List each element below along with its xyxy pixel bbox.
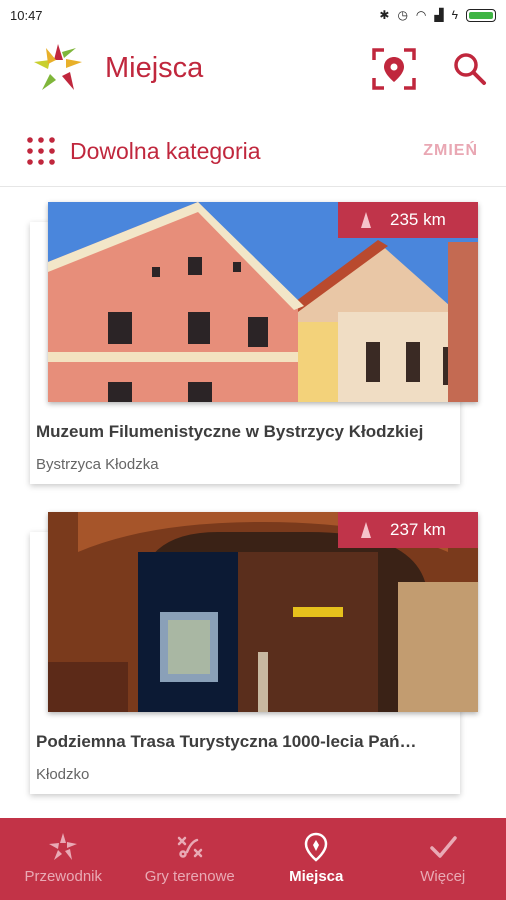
nav-item-gry-terenowe[interactable]: Gry terenowe [127,818,254,900]
nav-item-wiecej[interactable]: Więcej [380,818,506,900]
nav-label: Przewodnik [24,868,103,885]
change-category-button[interactable]: ZMIEŃ [423,142,478,160]
grid-icon [27,137,55,165]
scan-location-button[interactable] [372,48,416,90]
place-photo: 237 km [48,512,478,712]
map-pin-icon [304,832,328,862]
guide-icon [49,833,78,860]
distance-badge: 235 km [338,202,478,238]
place-card[interactable]: 235 km Muzeum Filumenistyczne w Bystrzyc… [30,202,478,484]
distance-value: 237 km [390,520,446,539]
status-bar: 10:47 ✱ ◷ ◠ ▟ ϟ [0,0,506,30]
category-filter-bar: Dowolna kategoria ZMIEŃ [0,122,506,187]
app-logo [34,44,82,90]
alarm-icon: ◷ [397,8,408,22]
status-icons: ✱ ◷ ◠ ▟ ϟ [379,8,496,22]
distance-marker-icon [361,522,371,538]
route-icon [177,836,202,858]
place-town: Bystrzyca Kłodzka [36,456,159,473]
nav-item-przewodnik[interactable]: Przewodnik [0,818,127,900]
nav-label: Miejsca [289,868,344,885]
signal-icon: ▟ [434,8,444,22]
place-title: Muzeum Filumenistyczne w Bystrzycy Kłodz… [36,422,424,441]
nav-item-miejsca[interactable]: Miejsca [253,818,380,900]
distance-badge: 237 km [338,512,478,548]
place-title: Podziemna Trasa Turystyczna 1000-lecia P… [36,732,417,751]
search-icon[interactable] [453,52,487,86]
battery-icon [466,8,496,22]
place-photo: 235 km [48,202,478,402]
checkmark-icon [430,836,457,858]
category-label: Dowolna kategoria [70,138,261,164]
page-title: Miejsca [105,52,204,84]
bottom-navigation: Przewodnik Gry terenowe Miejsca Więcej [0,818,506,900]
wifi-icon: ◠ [415,8,427,22]
charging-icon: ϟ [451,8,458,22]
place-town: Kłodzko [36,766,90,783]
nav-label: Gry terenowe [144,868,235,885]
nav-label: Więcej [420,868,466,885]
distance-value: 235 km [390,210,446,229]
distance-marker-icon [361,212,371,228]
place-card[interactable]: 237 km Podziemna Trasa Turystyczna 1000-… [30,512,478,794]
status-time: 10:47 [10,7,43,23]
app-bar: Miejsca [0,30,506,108]
bluetooth-icon: ✱ [379,8,390,22]
